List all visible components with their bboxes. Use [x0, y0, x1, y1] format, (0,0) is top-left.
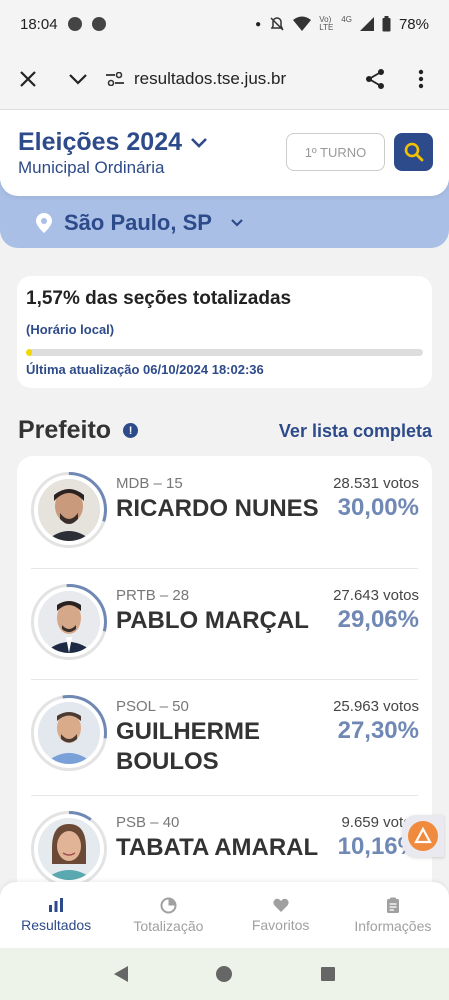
bar-chart-icon — [49, 898, 64, 912]
nav-favoritos[interactable]: Favoritos — [225, 882, 337, 948]
close-icon[interactable] — [14, 65, 42, 93]
candidate-party: PRTB – 28 — [116, 587, 190, 604]
avatar — [38, 818, 100, 880]
nav-totalizacao[interactable]: Totalização — [112, 882, 224, 948]
info-icon[interactable]: ! — [123, 423, 139, 438]
chevron-down-icon[interactable] — [230, 218, 244, 228]
section-heading: Prefeito ! — [18, 416, 139, 445]
candidate-name: RICARDO NUNES — [116, 495, 319, 522]
status-icons: ● Vo) LTE 4G 78% — [255, 14, 429, 33]
candidate-row[interactable]: PSB – 40 TABATA AMARAL 9.659 votos 10,16… — [17, 795, 432, 896]
nav-resultados[interactable]: Resultados — [0, 882, 112, 948]
assistant-icon — [408, 821, 438, 851]
url-text[interactable]: resultados.tse.jus.br — [134, 69, 286, 89]
heart-icon — [272, 898, 289, 912]
candidate-row[interactable]: PRTB – 28 PABLO MARÇAL 27.643 votos 29,0… — [17, 568, 432, 679]
candidate-avatar — [31, 811, 107, 887]
avatar — [38, 702, 100, 764]
candidate-party: PSOL – 50 — [116, 698, 189, 715]
browser-toolbar: resultados.tse.jus.br — [0, 48, 449, 110]
nav-informacoes[interactable]: Informações — [337, 882, 449, 948]
url-bar[interactable]: resultados.tse.jus.br — [106, 69, 361, 89]
nav-label[interactable]: Resultados — [21, 917, 91, 933]
candidate-party: MDB – 15 — [116, 475, 183, 492]
home-icon[interactable] — [215, 965, 233, 983]
nav-label[interactable]: Totalização — [133, 918, 203, 934]
candidate-votes: 27.643 votos — [333, 587, 419, 604]
status-time: 18:04 — [20, 15, 58, 33]
floating-assistant-button[interactable] — [402, 815, 444, 857]
candidate-avatar — [31, 695, 107, 771]
last-update: Última atualização 06/10/2024 18:02:36 — [26, 362, 264, 377]
candidate-name: GUILHERME BOULOS — [116, 718, 260, 775]
candidate-row[interactable]: MDB – 15 RICARDO NUNES 28.531 votos 30,0… — [17, 456, 432, 568]
signal-icon — [359, 17, 374, 31]
candidate-row[interactable]: PSOL – 50 GUILHERME BOULOS 25.963 votos … — [17, 679, 432, 795]
system-navigation-bar — [0, 948, 449, 1000]
clipboard-icon — [386, 897, 399, 913]
chevron-down-icon[interactable] — [190, 137, 208, 149]
battery-icon — [382, 16, 391, 32]
totalization-progress-bar — [26, 349, 423, 356]
turno-button[interactable]: 1º TURNO — [286, 133, 385, 171]
mute-bell-icon — [270, 17, 284, 31]
more-menu-icon[interactable] — [407, 65, 435, 93]
site-settings-icon[interactable] — [106, 71, 124, 86]
wifi-icon — [293, 16, 312, 31]
nav-label[interactable]: Favoritos — [252, 917, 310, 933]
status-bar: 18:04 ● Vo) LTE 4G 78% — [0, 0, 449, 48]
totalization-card: 1,57% das seções totalizadas (Horário lo… — [17, 276, 432, 388]
network-type: 4G — [341, 14, 352, 24]
share-icon[interactable] — [361, 65, 389, 93]
location-name[interactable]: São Paulo, SP — [64, 210, 212, 236]
candidate-name: PABLO MARÇAL — [116, 607, 309, 634]
election-subtitle: Municipal Ordinária — [18, 158, 165, 177]
pie-chart-icon — [160, 897, 177, 913]
avatar — [38, 479, 100, 541]
section-title: Prefeito — [18, 416, 112, 444]
candidate-avatar — [31, 584, 107, 660]
back-icon[interactable] — [113, 965, 129, 983]
candidate-list: MDB – 15 RICARDO NUNES 28.531 votos 30,0… — [17, 456, 432, 896]
candidate-votes: 25.963 votos — [333, 698, 419, 715]
search-button[interactable] — [394, 133, 433, 171]
election-header: Eleições 2024 Municipal Ordinária 1º TUR… — [0, 110, 449, 196]
notification-icon — [91, 17, 106, 31]
election-selector[interactable]: Eleições 2024 — [18, 128, 208, 157]
candidate-percent: 27,30% — [337, 717, 419, 744]
see-full-list-link[interactable]: Ver lista completa — [279, 421, 432, 442]
candidate-party: PSB – 40 — [116, 814, 180, 831]
battery-level: 78% — [398, 15, 429, 33]
recents-icon[interactable] — [320, 966, 336, 982]
totalization-title: 1,57% das seções totalizadas — [26, 288, 292, 309]
search-icon — [404, 142, 423, 162]
location-pin-icon — [36, 213, 52, 233]
nav-label[interactable]: Informações — [354, 918, 431, 934]
volte-indicator: Vo) LTE — [319, 15, 334, 32]
notification-icon — [67, 17, 82, 31]
bottom-navigation: Resultados Totalização Favoritos Informa… — [0, 882, 449, 948]
candidate-percent: 29,06% — [337, 606, 419, 633]
election-title[interactable]: Eleições 2024 — [18, 128, 182, 157]
local-time-label: (Horário local) — [26, 322, 115, 337]
candidate-votes: 28.531 votos — [333, 475, 419, 492]
chevron-down-icon[interactable] — [64, 65, 92, 93]
candidate-avatar — [31, 472, 107, 548]
progress-fill — [26, 349, 33, 356]
dot-icon: ● — [255, 18, 262, 30]
candidate-name: TABATA AMARAL — [116, 834, 319, 861]
candidate-percent: 30,00% — [337, 494, 419, 521]
avatar — [38, 591, 100, 653]
